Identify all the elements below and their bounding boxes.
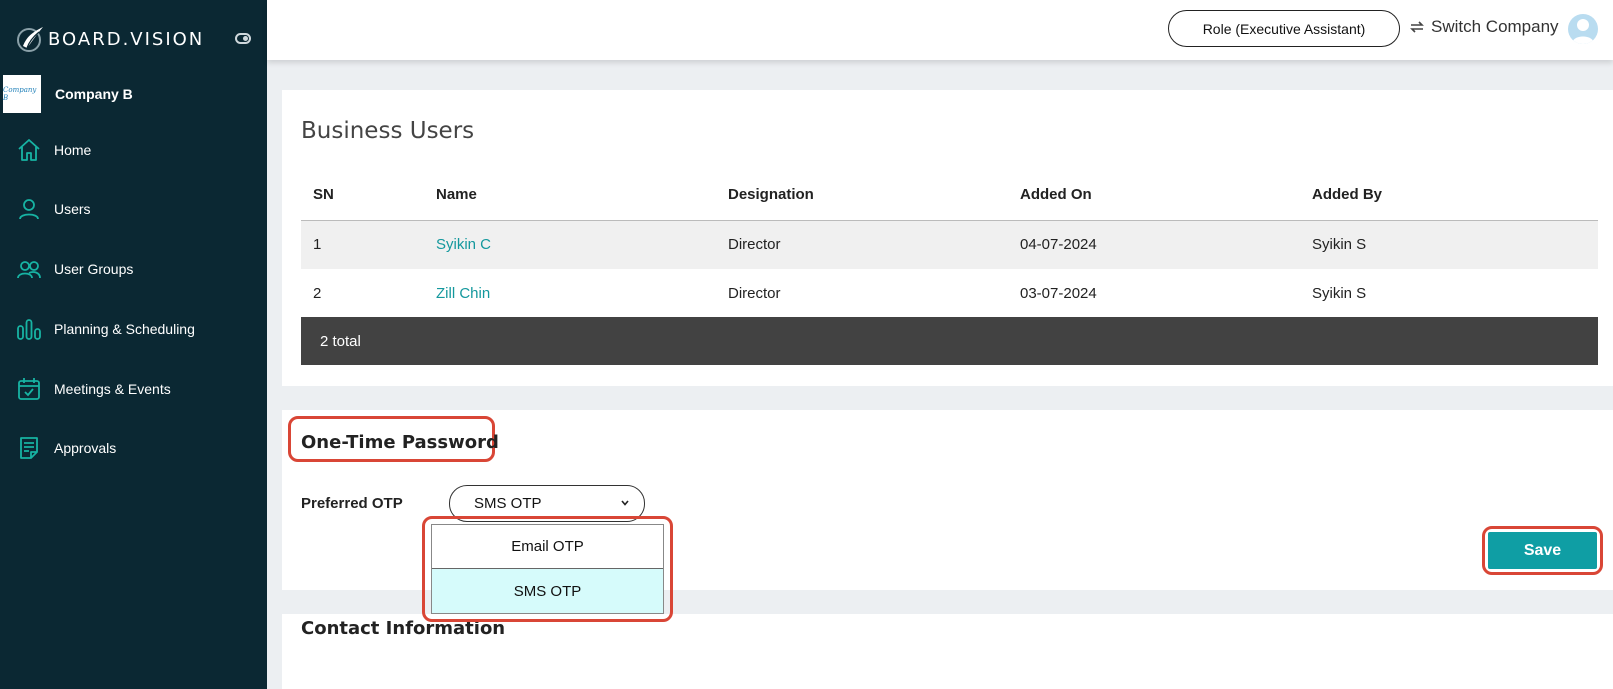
avatar-icon — [1572, 19, 1594, 44]
table-row: 1 Syikin C Director 04-07-2024 Syikin S — [301, 220, 1598, 269]
cell-designation: Director — [728, 285, 781, 302]
cell-added-by: Syikin S — [1312, 285, 1367, 302]
table-footer-total: 2 total — [301, 317, 1598, 365]
switch-company-label: Switch Company — [1431, 17, 1559, 36]
user-icon — [19, 199, 39, 220]
calendar-icon — [18, 378, 40, 400]
company-switcher[interactable]: Company B Company B — [3, 75, 133, 113]
column-header-name: Name — [424, 170, 716, 221]
cell-name: Zill Chin — [424, 269, 716, 318]
cell-name: Syikin C — [424, 220, 716, 269]
sidebar-item-user-groups[interactable]: User Groups — [0, 247, 267, 291]
column-header-added-by: Added By — [1300, 170, 1598, 221]
user-avatar[interactable] — [1568, 14, 1598, 44]
chevron-down-icon — [621, 500, 629, 506]
otp-card: One-Time Password Preferred OTP SMS OTP … — [282, 410, 1613, 622]
otp-title: One-Time Password — [301, 432, 499, 453]
brand-logo[interactable]: BOARD.VISION — [15, 24, 204, 54]
company-name: Company B — [55, 86, 133, 102]
cell-sn: 2 — [313, 285, 322, 302]
home-icon — [18, 139, 40, 161]
cell-added-by: Syikin S — [1300, 220, 1598, 269]
top-bar: Role (Executive Assistant) Switch Compan… — [267, 0, 1613, 60]
table-header-row: SN Name Designation Added On Added By — [301, 170, 1598, 221]
brand-name: BOARD.VISION — [48, 28, 205, 50]
table-row: 2 Zill Chin Director 03-07-2024 Syikin S — [301, 269, 1598, 318]
cell-sn: 1 — [301, 220, 424, 269]
cell-designation: Director — [716, 220, 1008, 269]
switch-arrows-icon — [1410, 21, 1424, 33]
sidebar: BOARD.VISION Company B Company B Home Us… — [0, 0, 267, 689]
column-header-sn: SN — [301, 170, 424, 221]
sidebar-item-label: User Groups — [54, 261, 134, 277]
preferred-otp-value: SMS OTP — [474, 495, 542, 512]
business-users-card: Business Users SN Name Designation Added… — [282, 90, 1613, 386]
role-button[interactable]: Role (Executive Assistant) — [1168, 10, 1400, 47]
user-groups-icon — [17, 261, 41, 279]
sidebar-item-approvals[interactable]: Approvals — [0, 426, 267, 470]
cell-added-on: 03-07-2024 — [1020, 285, 1097, 302]
sidebar-item-label: Approvals — [54, 440, 117, 456]
business-users-title: Business Users — [301, 118, 475, 144]
user-name-link[interactable]: Syikin C — [436, 236, 491, 253]
planning-icon — [17, 319, 41, 340]
dropdown-highlight — [422, 516, 673, 622]
contact-information-card: Contact Information — [282, 614, 1613, 689]
sidebar-item-planning-scheduling[interactable]: Planning & Scheduling — [0, 307, 267, 351]
user-name-link[interactable]: Zill Chin — [436, 285, 490, 302]
sidebar-item-label: Home — [54, 142, 92, 158]
sidebar-item-home[interactable]: Home — [0, 128, 267, 172]
approvals-icon — [20, 437, 38, 459]
sidebar-item-users[interactable]: Users — [0, 187, 267, 231]
business-users-table: SN Name Designation Added On Added By 1 … — [301, 170, 1598, 318]
switch-company-link[interactable]: Switch Company — [1408, 17, 1559, 37]
sidebar-item-label: Planning & Scheduling — [54, 321, 195, 337]
company-logo: Company B — [3, 75, 41, 113]
preferred-otp-label: Preferred OTP — [301, 495, 403, 512]
board-vision-logo-icon — [17, 27, 43, 52]
column-header-designation: Designation — [716, 170, 1008, 221]
column-header-added-on: Added On — [1008, 170, 1300, 221]
sidebar-item-label: Users — [54, 201, 91, 217]
save-button[interactable]: Save — [1488, 532, 1597, 569]
cell-added-on: 04-07-2024 — [1008, 220, 1300, 269]
sidebar-item-meetings-events[interactable]: Meetings & Events — [0, 367, 267, 411]
sidebar-item-label: Meetings & Events — [54, 381, 171, 397]
sidebar-toggle-icon[interactable] — [235, 33, 251, 44]
